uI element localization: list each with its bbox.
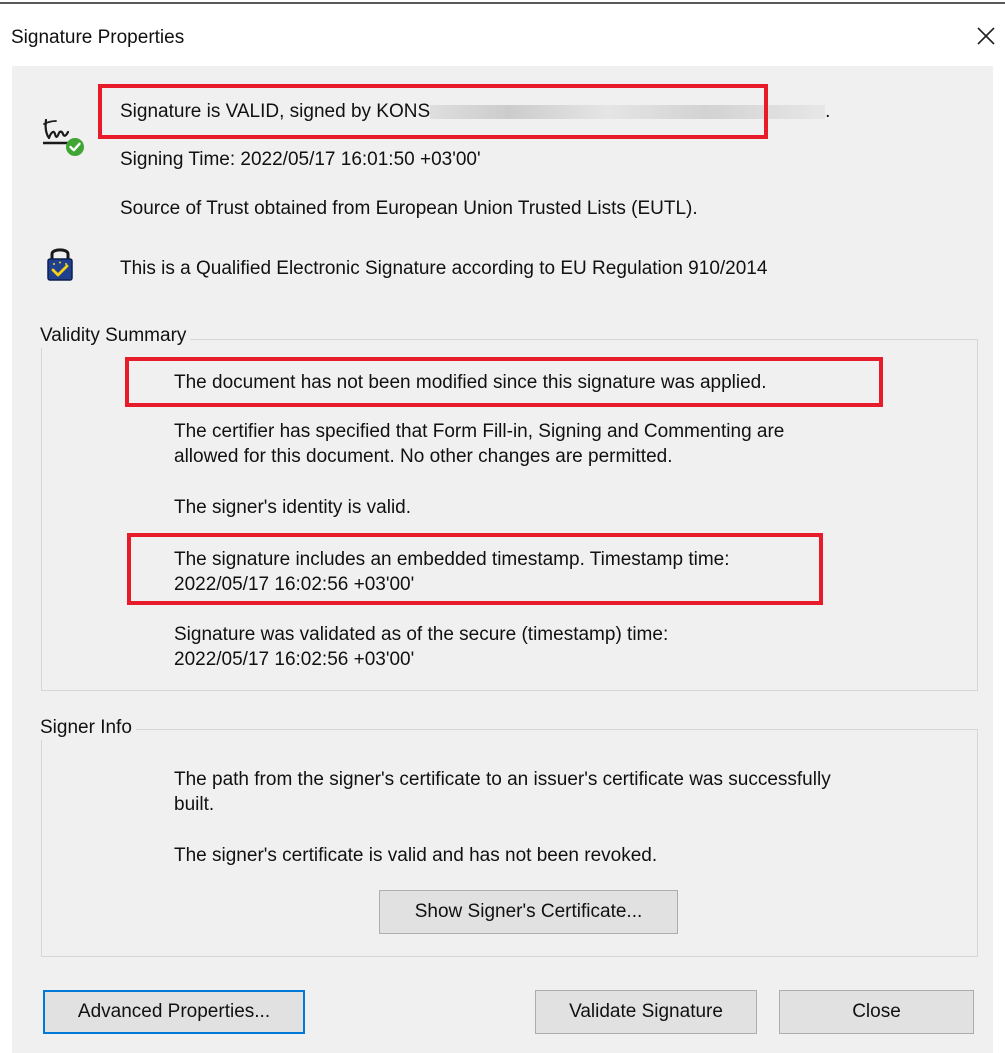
qualified-signature-text: This is a Qualified Electronic Signature… bbox=[120, 258, 768, 279]
validated-text-line2: 2022/05/17 16:02:56 +03'00' bbox=[174, 649, 415, 670]
signer-info-label: Signer Info bbox=[38, 716, 136, 740]
dialog-title: Signature Properties bbox=[11, 27, 185, 48]
signature-properties-dialog: Signature Properties Signature is VALID,… bbox=[0, 0, 1005, 1053]
close-button[interactable]: Close bbox=[779, 990, 974, 1034]
show-signers-certificate-button[interactable]: Show Signer's Certificate... bbox=[379, 890, 678, 934]
trust-source-text: Source of Trust obtained from European U… bbox=[120, 198, 698, 219]
signature-status-text: Signature is VALID, signed by KONS. bbox=[120, 99, 830, 124]
status-text-start: Signature is VALID, signed by KONS bbox=[120, 101, 431, 122]
timestamp-text-line2: 2022/05/17 16:02:56 +03'00' bbox=[174, 574, 415, 595]
timestamp-text-line1: The signature includes an embedded times… bbox=[174, 549, 730, 570]
identity-valid-text: The signer's identity is valid. bbox=[174, 497, 412, 518]
signature-valid-icon bbox=[40, 112, 90, 162]
redacted-signer-name bbox=[430, 104, 826, 119]
certifier-text-line1: The certifier has specified that Form Fi… bbox=[174, 421, 785, 442]
validate-signature-button[interactable]: Validate Signature bbox=[535, 990, 757, 1034]
close-icon[interactable] bbox=[970, 20, 1002, 52]
status-text-end: . bbox=[825, 101, 831, 122]
cert-path-text-line2: built. bbox=[174, 794, 215, 815]
dialog-client-area: Signature is VALID, signed by KONS. Sign… bbox=[12, 66, 993, 1053]
validated-text-line1: Signature was validated as of the secure… bbox=[174, 624, 669, 645]
qualified-signature-lock-icon bbox=[45, 244, 75, 282]
validity-summary-label: Validity Summary bbox=[38, 324, 191, 348]
cert-valid-text: The signer's certificate is valid and ha… bbox=[174, 845, 658, 866]
not-modified-text: The document has not been modified since… bbox=[174, 372, 767, 393]
certifier-text-line2: allowed for this document. No other chan… bbox=[174, 446, 673, 467]
cert-path-text-line1: The path from the signer's certificate t… bbox=[174, 769, 831, 790]
signing-time-text: Signing Time: 2022/05/17 16:01:50 +03'00… bbox=[120, 149, 481, 170]
close-icon-glyph bbox=[977, 27, 995, 45]
top-border-line bbox=[0, 2, 1005, 4]
advanced-properties-button[interactable]: Advanced Properties... bbox=[43, 990, 305, 1034]
window-top-border bbox=[0, 0, 1005, 6]
